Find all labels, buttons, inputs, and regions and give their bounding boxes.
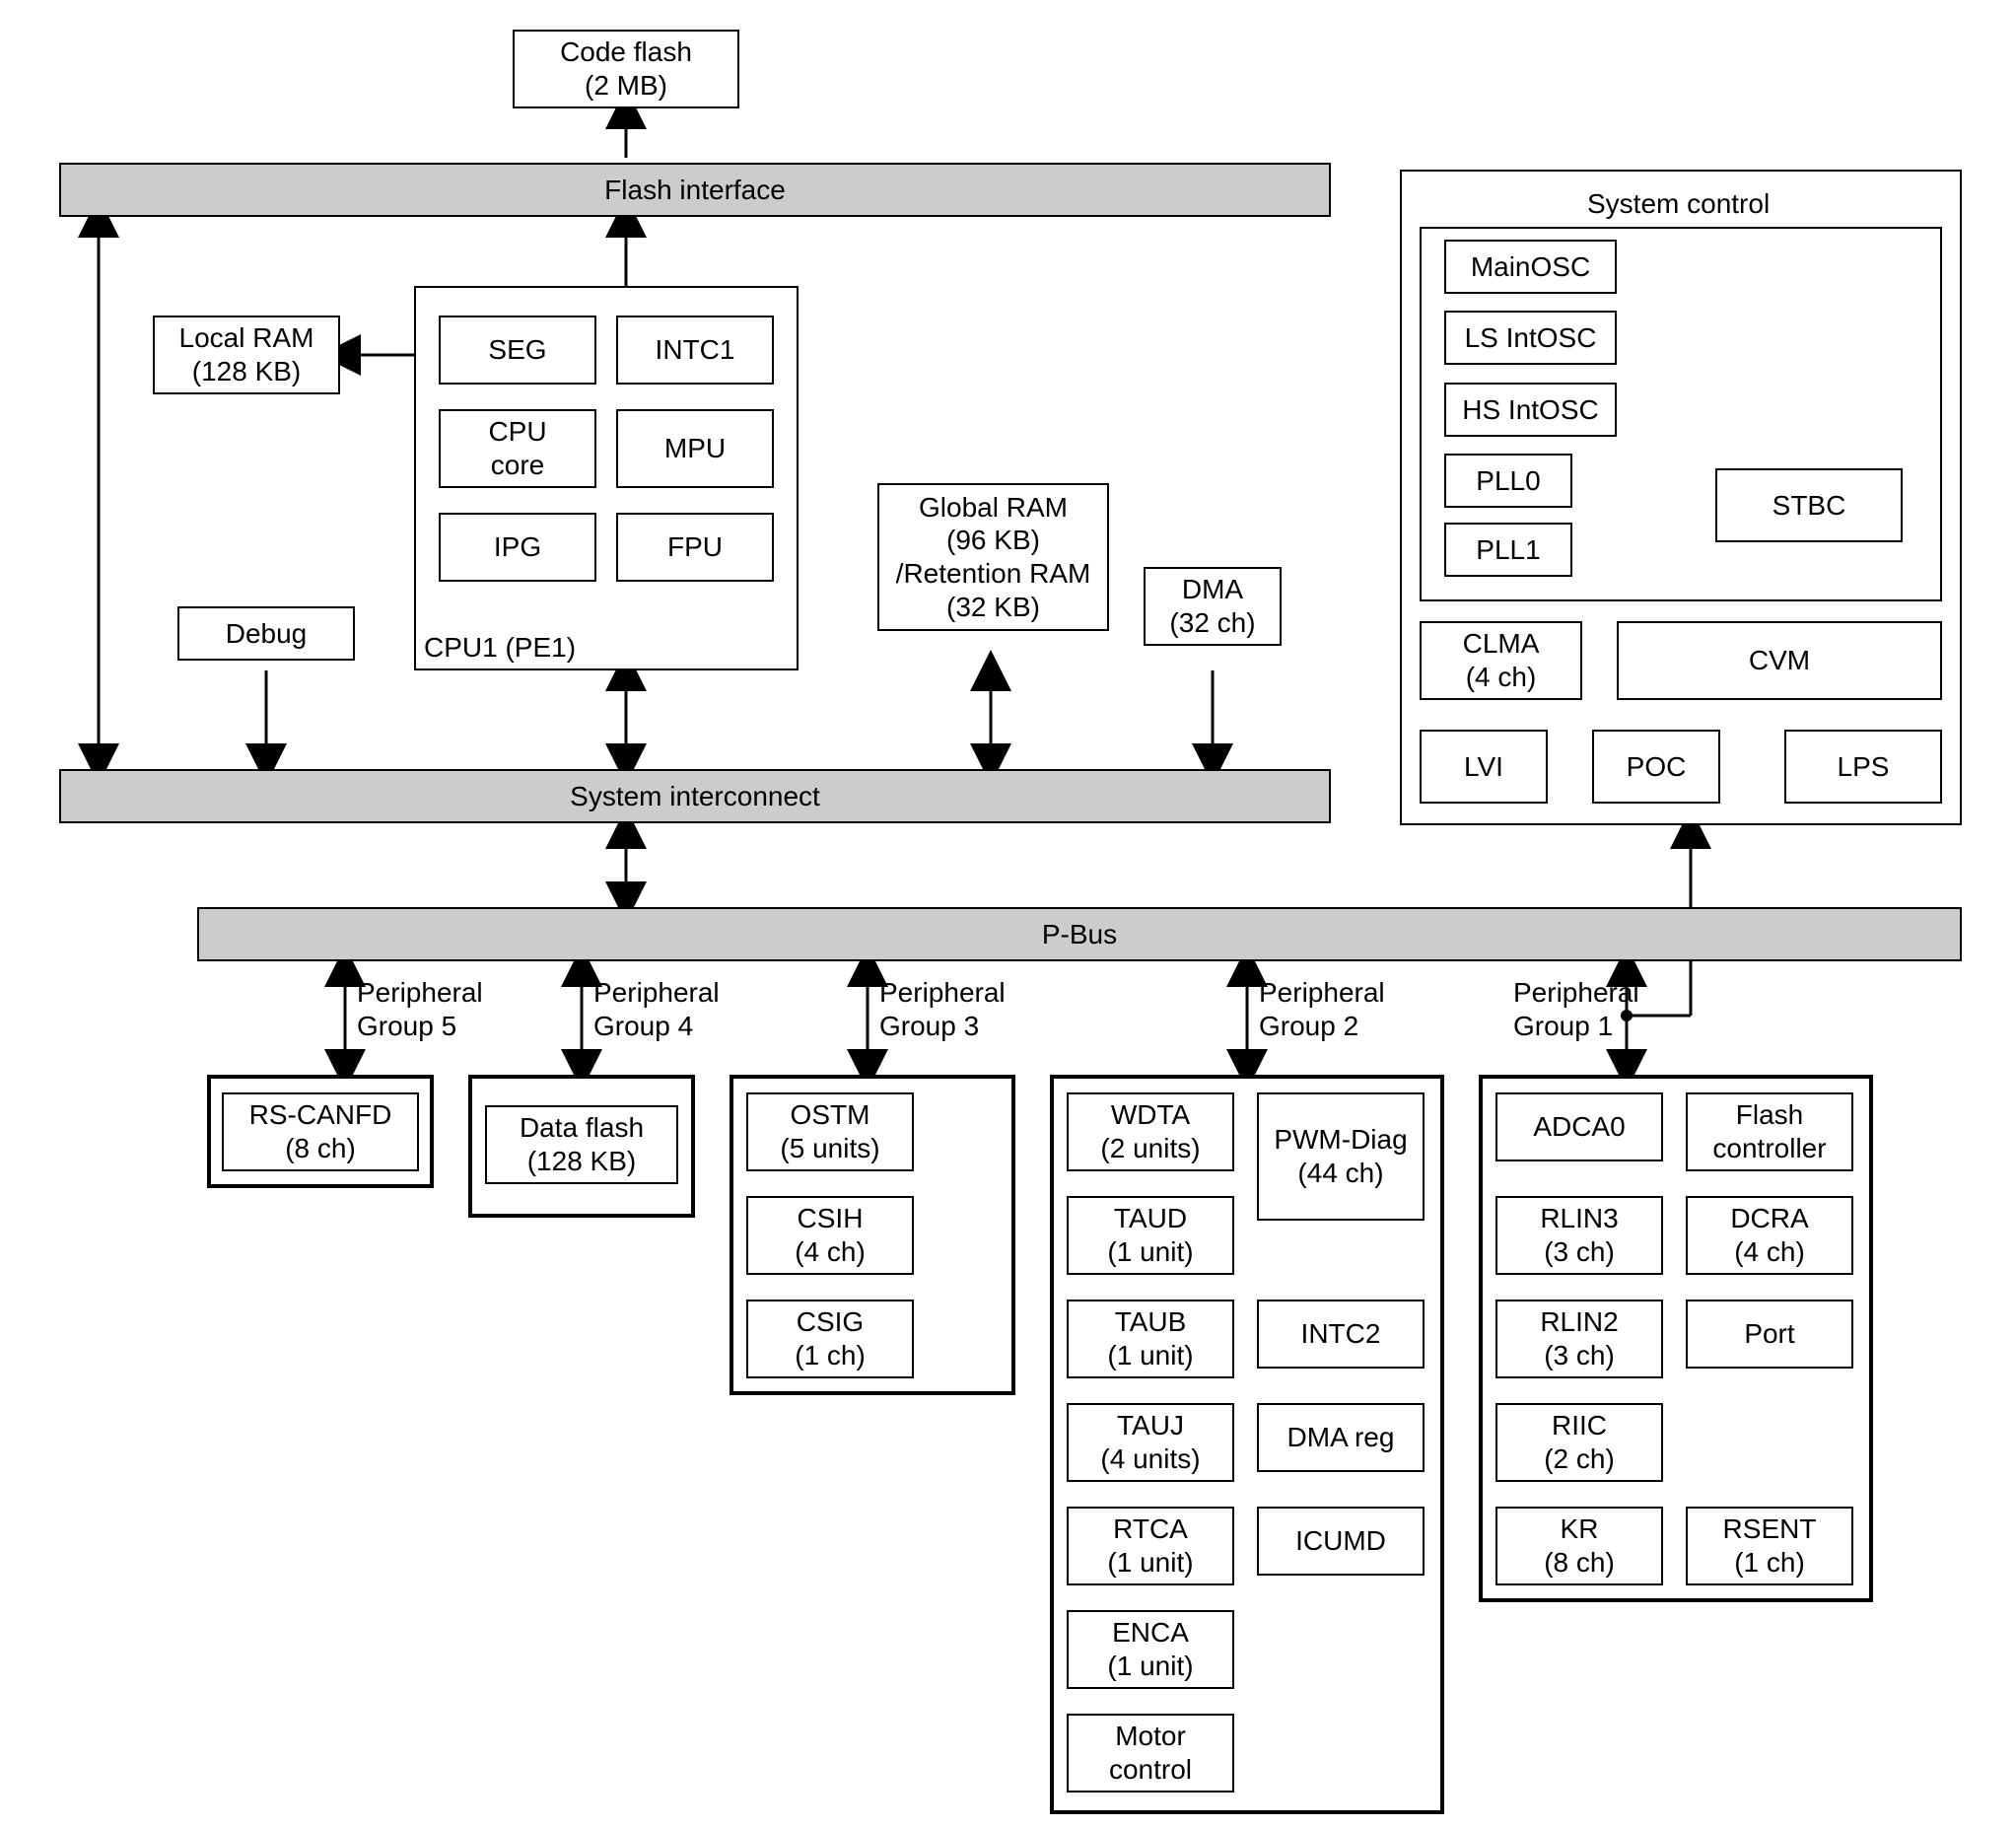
stbc-box: STBC — [1715, 468, 1903, 542]
icumd-box: ICUMD — [1257, 1507, 1425, 1576]
code-flash-box: Code flash(2 MB) — [513, 30, 739, 108]
cpu-fpu: FPU — [616, 513, 774, 582]
pwmdiag-box: PWM-Diag(44 ch) — [1257, 1092, 1425, 1221]
rtca-box: RTCA(1 unit) — [1067, 1507, 1234, 1585]
flash-interface-bar: Flash interface — [59, 163, 1331, 217]
dma-box: DMA(32 ch) — [1144, 567, 1282, 646]
rs-canfd-box: RS-CANFD(8 ch) — [222, 1092, 419, 1171]
rlin3-box: RLIN3(3 ch) — [1495, 1196, 1663, 1275]
dmareg-box: DMA reg — [1257, 1403, 1425, 1472]
flashctrl-box: Flashcontroller — [1686, 1092, 1853, 1171]
pg4-label: PeripheralGroup 4 — [593, 976, 720, 1042]
poc-box: POC — [1592, 730, 1720, 804]
ostm-box: OSTM(5 units) — [746, 1092, 914, 1171]
ls-intosc-box: LS IntOSC — [1444, 311, 1617, 365]
pll1-box: PLL1 — [1444, 523, 1572, 577]
cpu-mpu: MPU — [616, 409, 774, 488]
mainosc-box: MainOSC — [1444, 240, 1617, 294]
code-flash-label: Code flash(2 MB) — [560, 35, 692, 102]
cpu-intc1: INTC1 — [616, 316, 774, 385]
lps-box: LPS — [1784, 730, 1942, 804]
debug-box: Debug — [177, 606, 355, 661]
clma-box: CLMA(4 ch) — [1420, 621, 1582, 700]
pg2-label: PeripheralGroup 2 — [1259, 976, 1385, 1042]
intc2-box: INTC2 — [1257, 1300, 1425, 1369]
cpu-ipg: IPG — [439, 513, 596, 582]
pll0-box: PLL0 — [1444, 454, 1572, 508]
pg5-label: PeripheralGroup 5 — [357, 976, 483, 1042]
cpu1-label: CPU1 (PE1) — [424, 631, 576, 665]
taud-box: TAUD(1 unit) — [1067, 1196, 1234, 1275]
riic-box: RIIC(2 ch) — [1495, 1403, 1663, 1482]
system-interconnect-bar: System interconnect — [59, 769, 1331, 823]
adca0-box: ADCA0 — [1495, 1092, 1663, 1161]
p-bus-bar: P-Bus — [197, 907, 1962, 961]
data-flash-box: Data flash(128 KB) — [485, 1105, 678, 1184]
local-ram-label: Local RAM(128 KB) — [179, 321, 314, 387]
lvi-box: LVI — [1420, 730, 1548, 804]
motor-box: Motorcontrol — [1067, 1714, 1234, 1793]
rsent-box: RSENT(1 ch) — [1686, 1507, 1853, 1585]
tauj-box: TAUJ(4 units) — [1067, 1403, 1234, 1482]
cpu-core: CPUcore — [439, 409, 596, 488]
wdta-box: WDTA(2 units) — [1067, 1092, 1234, 1171]
taub-box: TAUB(1 unit) — [1067, 1300, 1234, 1378]
cpu-seg: SEG — [439, 316, 596, 385]
flash-interface-label: Flash interface — [604, 174, 786, 207]
rlin2-box: RLIN2(3 ch) — [1495, 1300, 1663, 1378]
port-box: Port — [1686, 1300, 1853, 1369]
cvm-box: CVM — [1617, 621, 1942, 700]
kr-box: KR(8 ch) — [1495, 1507, 1663, 1585]
global-ram-box: Global RAM(96 KB)/Retention RAM(32 KB) — [877, 483, 1109, 631]
local-ram-box: Local RAM(128 KB) — [153, 316, 340, 394]
pg1-label: PeripheralGroup 1 — [1513, 976, 1639, 1042]
hs-intosc-box: HS IntOSC — [1444, 383, 1617, 437]
dcra-box: DCRA(4 ch) — [1686, 1196, 1853, 1275]
csig-box: CSIG(1 ch) — [746, 1300, 914, 1378]
enca-box: ENCA(1 unit) — [1067, 1610, 1234, 1689]
csih-box: CSIH(4 ch) — [746, 1196, 914, 1275]
pg3-label: PeripheralGroup 3 — [879, 976, 1006, 1042]
system-control-label: System control — [1587, 187, 1770, 221]
